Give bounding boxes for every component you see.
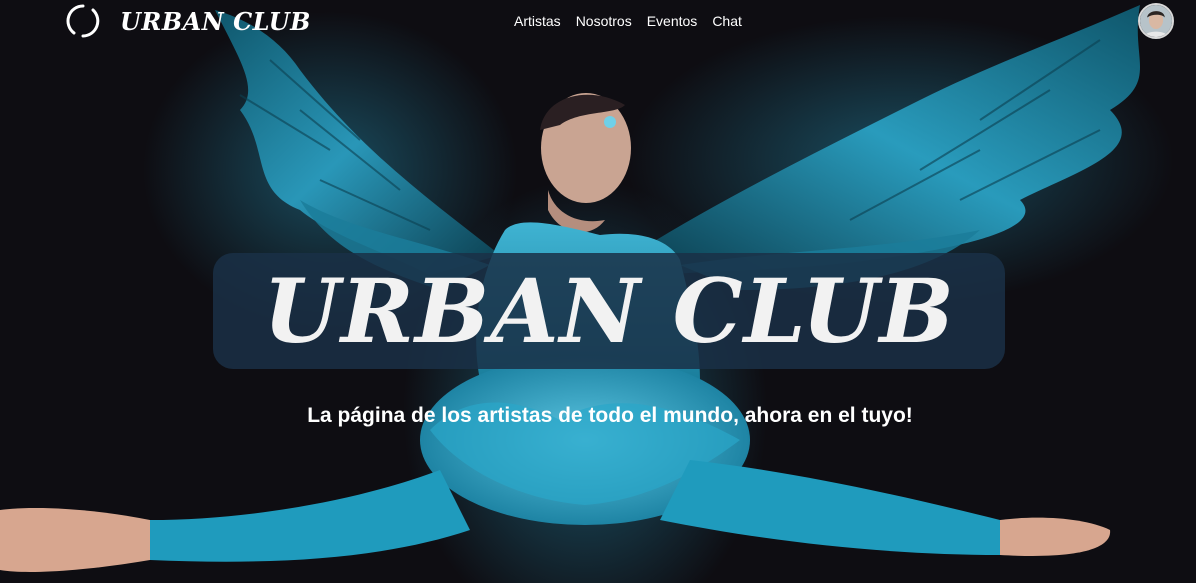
right-wing-shape: [640, 5, 1140, 290]
dancer-head-shape: [540, 93, 631, 233]
brand-logo[interactable]: URBAN CLUB: [66, 3, 311, 39]
hero-title: URBAN CLUB: [263, 259, 955, 363]
circle-swirl-icon: [66, 4, 100, 38]
nav-link-eventos[interactable]: Eventos: [647, 12, 698, 30]
landing-page: URBAN CLUB Artistas Nosotros Eventos Cha…: [0, 0, 1196, 583]
hero-subtitle: La página de los artistas de todo el mun…: [307, 404, 913, 427]
user-avatar[interactable]: [1138, 3, 1174, 39]
nav-link-chat[interactable]: Chat: [712, 12, 742, 30]
nav-link-nosotros[interactable]: Nosotros: [576, 12, 632, 30]
nav-links: Artistas Nosotros Eventos Chat: [514, 12, 742, 30]
left-wing-shape: [215, 10, 500, 290]
nav-link-artistas[interactable]: Artistas: [514, 12, 561, 30]
brand-name: URBAN CLUB: [120, 6, 311, 36]
top-navbar: URBAN CLUB Artistas Nosotros Eventos Cha…: [0, 0, 1196, 42]
avatar-photo-icon: [1140, 5, 1172, 37]
